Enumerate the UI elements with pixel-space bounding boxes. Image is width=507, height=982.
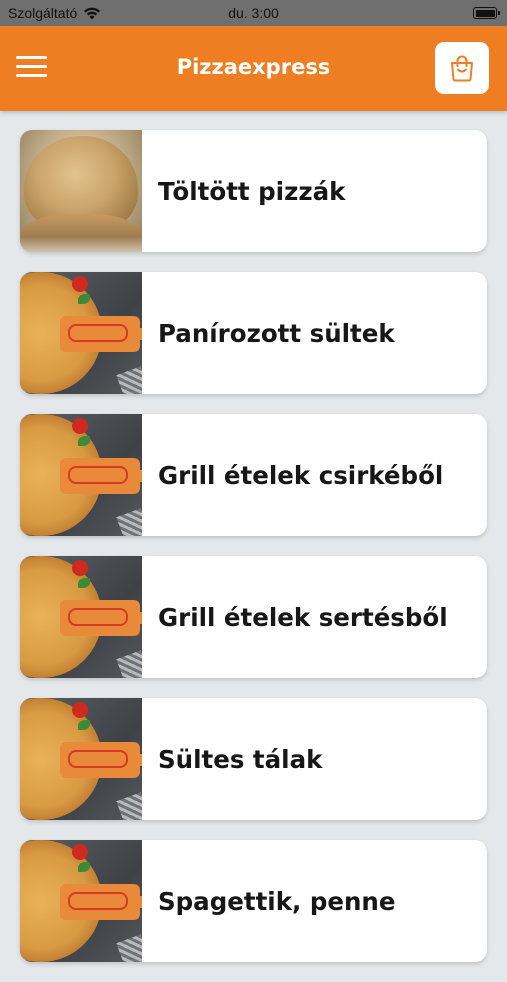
category-label: Töltött pizzák <box>158 176 346 206</box>
pizza-image <box>20 272 142 394</box>
category-label: Grill ételek csirkéből <box>158 460 444 490</box>
app-header: Pizzaexpress <box>0 26 507 111</box>
pizza-image <box>20 556 142 678</box>
category-label: Spagettik, penne <box>158 886 396 916</box>
shopping-bag-icon <box>451 55 473 82</box>
battery-icon <box>473 7 500 19</box>
category-card-grill-csirke[interactable]: Grill ételek csirkéből <box>20 414 487 536</box>
pizza-image <box>20 414 142 536</box>
status-bar: Szolgáltató du. 3:00 <box>0 0 507 26</box>
cart-button[interactable] <box>435 42 489 94</box>
category-card-sultes-talak[interactable]: Sültes tálak <box>20 698 487 820</box>
category-card-spagettik-penne[interactable]: Spagettik, penne <box>20 840 487 962</box>
app-title: Pizzaexpress <box>176 55 331 79</box>
status-time: du. 3:00 <box>228 5 279 21</box>
calzone-image <box>20 130 142 252</box>
category-label: Grill ételek sertésből <box>158 602 448 632</box>
pizza-image <box>20 698 142 820</box>
category-list: Töltött pizzák Panírozott sültek Grill é… <box>20 130 487 982</box>
category-card-grill-sertes[interactable]: Grill ételek sertésből <box>20 556 487 678</box>
category-label: Panírozott sültek <box>158 318 395 348</box>
category-label: Sültes tálak <box>158 744 323 774</box>
category-card-panirozott-sultek[interactable]: Panírozott sültek <box>20 272 487 394</box>
category-card-toltott-pizzak[interactable]: Töltött pizzák <box>20 130 487 252</box>
pizza-image <box>20 840 142 962</box>
